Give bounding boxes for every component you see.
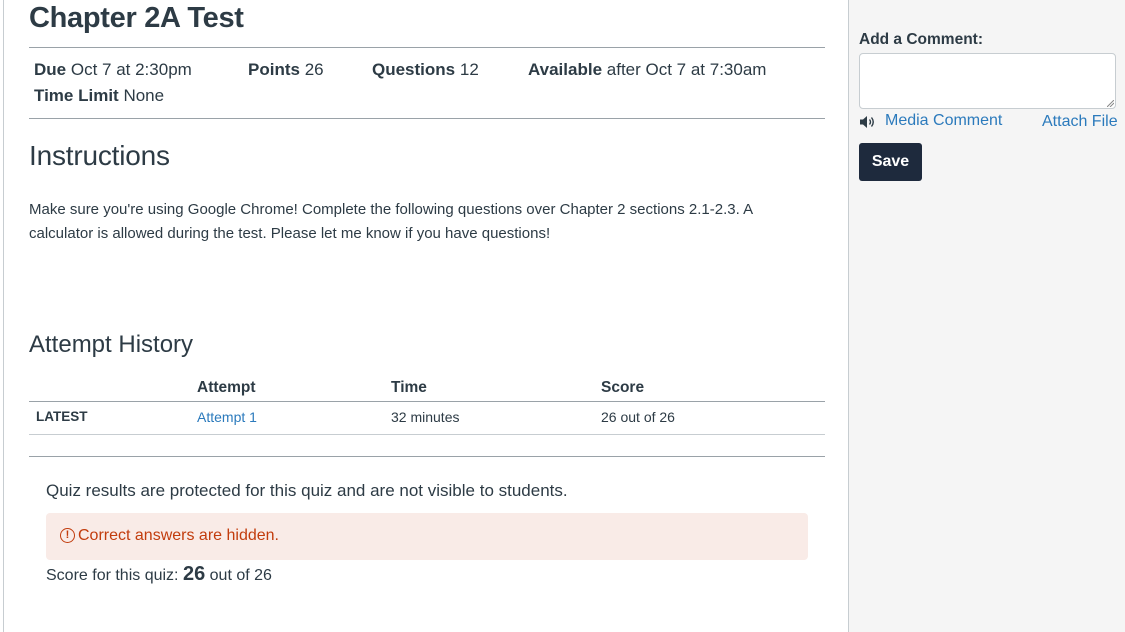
column-header-time: Time [391,379,427,396]
exclamation-circle-icon: ! [60,528,75,543]
table-header-divider [29,401,825,402]
column-header-attempt: Attempt [197,379,256,396]
media-comment-link[interactable]: Media Comment [885,112,1002,130]
questions-label: Questions [372,60,456,79]
alert-message: Correct answers are hidden. [78,527,279,544]
save-button[interactable]: Save [859,143,922,181]
quiz-main-content: Chapter 2A Test Due Oct 7 at 2:30pm Poin… [3,0,849,632]
score-prefix: Score for this quiz: [46,567,179,584]
points-value: 26 [304,60,324,79]
add-comment-label: Add a Comment: [859,31,983,48]
time-limit-value: None [123,86,165,105]
due-value: Oct 7 at 2:30pm [70,60,192,79]
divider [29,118,825,119]
attempt-time: 32 minutes [391,409,460,425]
attempt-history-heading: Attempt History [29,331,194,358]
questions-value: 12 [459,60,479,79]
results-protected-notice: Quiz results are protected for this quiz… [46,481,568,500]
attempt-score: 26 out of 26 [601,409,675,425]
speaker-icon[interactable] [859,115,877,129]
due-date: Due Oct 7 at 2:30pm [34,60,192,80]
instructions-heading: Instructions [29,140,170,171]
latest-badge: LATEST [36,409,88,424]
comment-input[interactable] [859,53,1116,109]
attempt-link[interactable]: Attempt 1 [197,409,257,425]
points-label: Points [248,60,300,79]
table-row-divider [29,434,825,435]
resize-handle-icon[interactable] [1107,100,1114,107]
availability: Available after Oct 7 at 7:30am [528,60,766,80]
quiz-score: Score for this quiz: 26 out of 26 [46,563,272,586]
attach-file-link[interactable]: Attach File [1042,113,1118,131]
available-label: Available [528,60,603,79]
page-title: Chapter 2A Test [29,2,244,34]
divider [29,456,825,457]
column-header-score: Score [601,379,645,396]
time-limit-label: Time Limit [34,86,119,105]
page: Chapter 2A Test Due Oct 7 at 2:30pm Poin… [0,0,1125,632]
due-label: Due [34,60,67,79]
available-value: after Oct 7 at 7:30am [606,60,767,79]
score-suffix: out of 26 [209,567,272,584]
score-value: 26 [182,563,206,585]
divider [29,47,825,48]
comment-sidebar: Add a Comment: Media Comment Attach File… [848,0,1125,632]
questions: Questions 12 [372,60,479,80]
time-limit: Time Limit None [34,86,164,106]
correct-answers-hidden-alert: ! Correct answers are hidden. [46,513,808,560]
points: Points 26 [248,60,324,80]
instructions-text: Make sure you're using Google Chrome! Co… [29,201,753,242]
